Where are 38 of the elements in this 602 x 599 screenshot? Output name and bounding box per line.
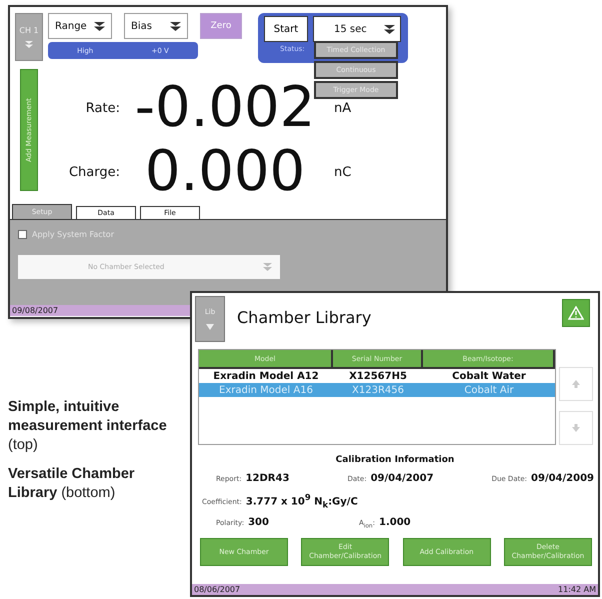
chevron-icon bbox=[206, 324, 214, 330]
reading-unit: nA bbox=[334, 100, 352, 116]
status-date: 08/06/2007 bbox=[194, 585, 240, 594]
checkbox-label: Apply System Factor bbox=[32, 230, 114, 239]
double-chevron-icon bbox=[94, 22, 105, 30]
reading-value: 0.000 bbox=[144, 144, 306, 200]
chevron-icon bbox=[25, 41, 33, 48]
double-chevron-icon bbox=[263, 263, 272, 271]
reading-unit: nC bbox=[334, 164, 352, 180]
duration-dropdown[interactable]: 15 sec bbox=[313, 16, 401, 42]
caption: Simple, intuitive measurement interface (top) bbox=[8, 398, 168, 455]
double-chevron-icon bbox=[170, 22, 181, 30]
field-value: 09/04/2007 bbox=[370, 473, 434, 484]
field-value: 1.000 bbox=[378, 517, 411, 528]
caption: Versatile Chamber Library (bottom) bbox=[8, 465, 136, 503]
reading-label: Rate: bbox=[84, 100, 120, 116]
checkbox[interactable] bbox=[18, 230, 27, 239]
bias-dropdown[interactable]: Bias bbox=[124, 13, 188, 39]
section-title: Calibration Information bbox=[334, 455, 456, 465]
up-arrow-icon bbox=[572, 380, 580, 388]
reading-value: -0.002 bbox=[134, 80, 316, 136]
status-time: 11:42 AM bbox=[558, 585, 596, 594]
channel-button[interactable]: CH 1 bbox=[15, 13, 43, 61]
table-row[interactable]: Exradin Model A16 X123R456 Cobalt Air bbox=[199, 383, 555, 397]
double-chevron-icon bbox=[384, 24, 395, 34]
warning-button[interactable] bbox=[562, 299, 590, 327]
warning-icon bbox=[568, 306, 584, 320]
status-date: 09/08/2007 bbox=[12, 306, 58, 315]
window-title: Chamber Library bbox=[237, 308, 372, 327]
field-value: 09/04/2009 bbox=[531, 473, 594, 484]
reading-label: Charge: bbox=[68, 164, 120, 180]
range-dropdown[interactable]: Range bbox=[48, 13, 112, 39]
field-value: 12DR43 bbox=[246, 473, 290, 484]
start-button[interactable]: Start bbox=[264, 16, 308, 42]
down-arrow-icon bbox=[572, 424, 580, 432]
field-value: 300 bbox=[248, 517, 269, 528]
table-row[interactable]: Exradin Model A12 X12567H5 Cobalt Water bbox=[199, 369, 555, 383]
field-value: 3.777 x 10$^{9}$ N$_{k}$:Gy/C bbox=[246, 492, 358, 510]
